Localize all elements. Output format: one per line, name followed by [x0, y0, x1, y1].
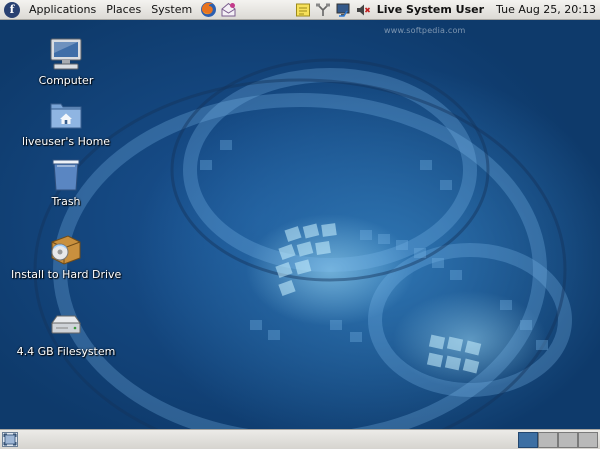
menu-applications[interactable]: Applications: [24, 0, 101, 20]
workspace-4[interactable]: [578, 432, 598, 448]
clock[interactable]: Tue Aug 25, 20:13: [492, 3, 600, 16]
desktop-icon-computer[interactable]: Computer: [11, 36, 121, 87]
desktop-icon-label: Install to Hard Drive: [11, 268, 122, 281]
drive-icon: [48, 307, 84, 343]
watermark: www.softpedia.com: [384, 26, 466, 35]
desktop-icon-home[interactable]: liveuser's Home: [11, 97, 121, 148]
workspace-1[interactable]: [518, 432, 538, 448]
system-tray: Live System User Tue Aug 25, 20:13: [293, 0, 600, 20]
menu-system[interactable]: System: [146, 0, 197, 20]
home-folder-icon: [48, 97, 84, 133]
trash-icon: [48, 157, 84, 193]
mail-icon[interactable]: [219, 1, 237, 19]
desktop-icon-label: liveuser's Home: [21, 135, 111, 148]
workspace-2[interactable]: [538, 432, 558, 448]
volume-icon[interactable]: [355, 2, 371, 18]
user-switcher[interactable]: Live System User: [373, 3, 492, 16]
desktop-icon-label: Trash: [51, 195, 81, 208]
desktop-icon-filesystem[interactable]: 4.4 GB Filesystem: [11, 307, 121, 358]
display-icon[interactable]: [335, 2, 351, 18]
computer-icon: [48, 36, 84, 72]
firefox-icon[interactable]: [199, 1, 217, 19]
notes-icon[interactable]: [295, 2, 311, 18]
show-desktop-button[interactable]: [2, 432, 18, 447]
desktop-icon-label: 4.4 GB Filesystem: [16, 345, 116, 358]
top-panel: f Applications Places System Live System…: [0, 0, 600, 20]
fedora-logo-icon[interactable]: f: [4, 1, 20, 18]
network-wired-icon[interactable]: [315, 2, 331, 18]
show-desktop-icon: [3, 433, 17, 446]
workspace-switcher[interactable]: [518, 432, 598, 448]
desktop-icon-trash[interactable]: Trash: [11, 157, 121, 208]
workspace-3[interactable]: [558, 432, 578, 448]
desktop-icon-install[interactable]: Install to Hard Drive: [11, 230, 121, 281]
desktop-background[interactable]: www.softpedia.com Computer liveuser's Ho…: [0, 20, 600, 429]
bottom-panel: [0, 429, 600, 449]
menu-places[interactable]: Places: [101, 0, 146, 20]
desktop-icon-label: Computer: [38, 74, 94, 87]
install-icon: [48, 230, 84, 266]
